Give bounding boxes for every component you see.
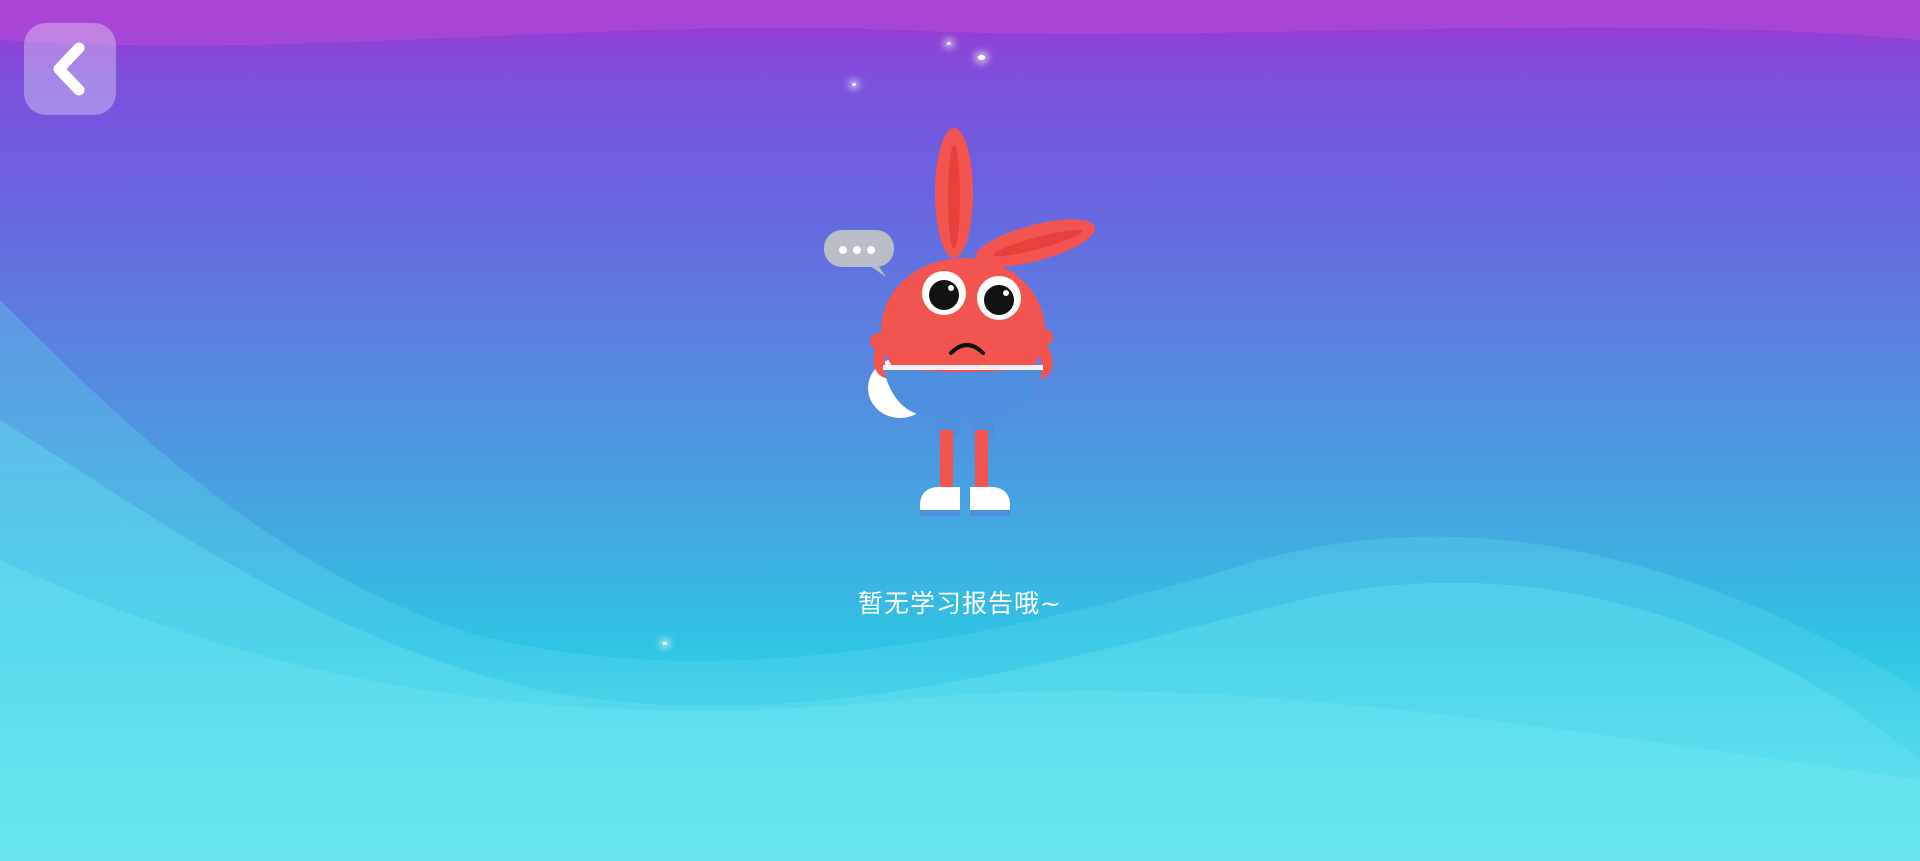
chevron-left-icon: [53, 42, 85, 96]
sparkle: [663, 642, 667, 645]
empty-state-message: 暂无学习报告哦~: [858, 589, 1062, 618]
sparkle: [978, 55, 985, 60]
speech-bubble-icon: [824, 230, 894, 277]
sad-rabbit-mascot: [824, 128, 1096, 516]
back-button[interactable]: [24, 23, 116, 115]
sparkle: [947, 42, 951, 45]
report-screen: 暂无学习报告哦~: [0, 0, 1920, 861]
sparkle: [852, 83, 856, 86]
